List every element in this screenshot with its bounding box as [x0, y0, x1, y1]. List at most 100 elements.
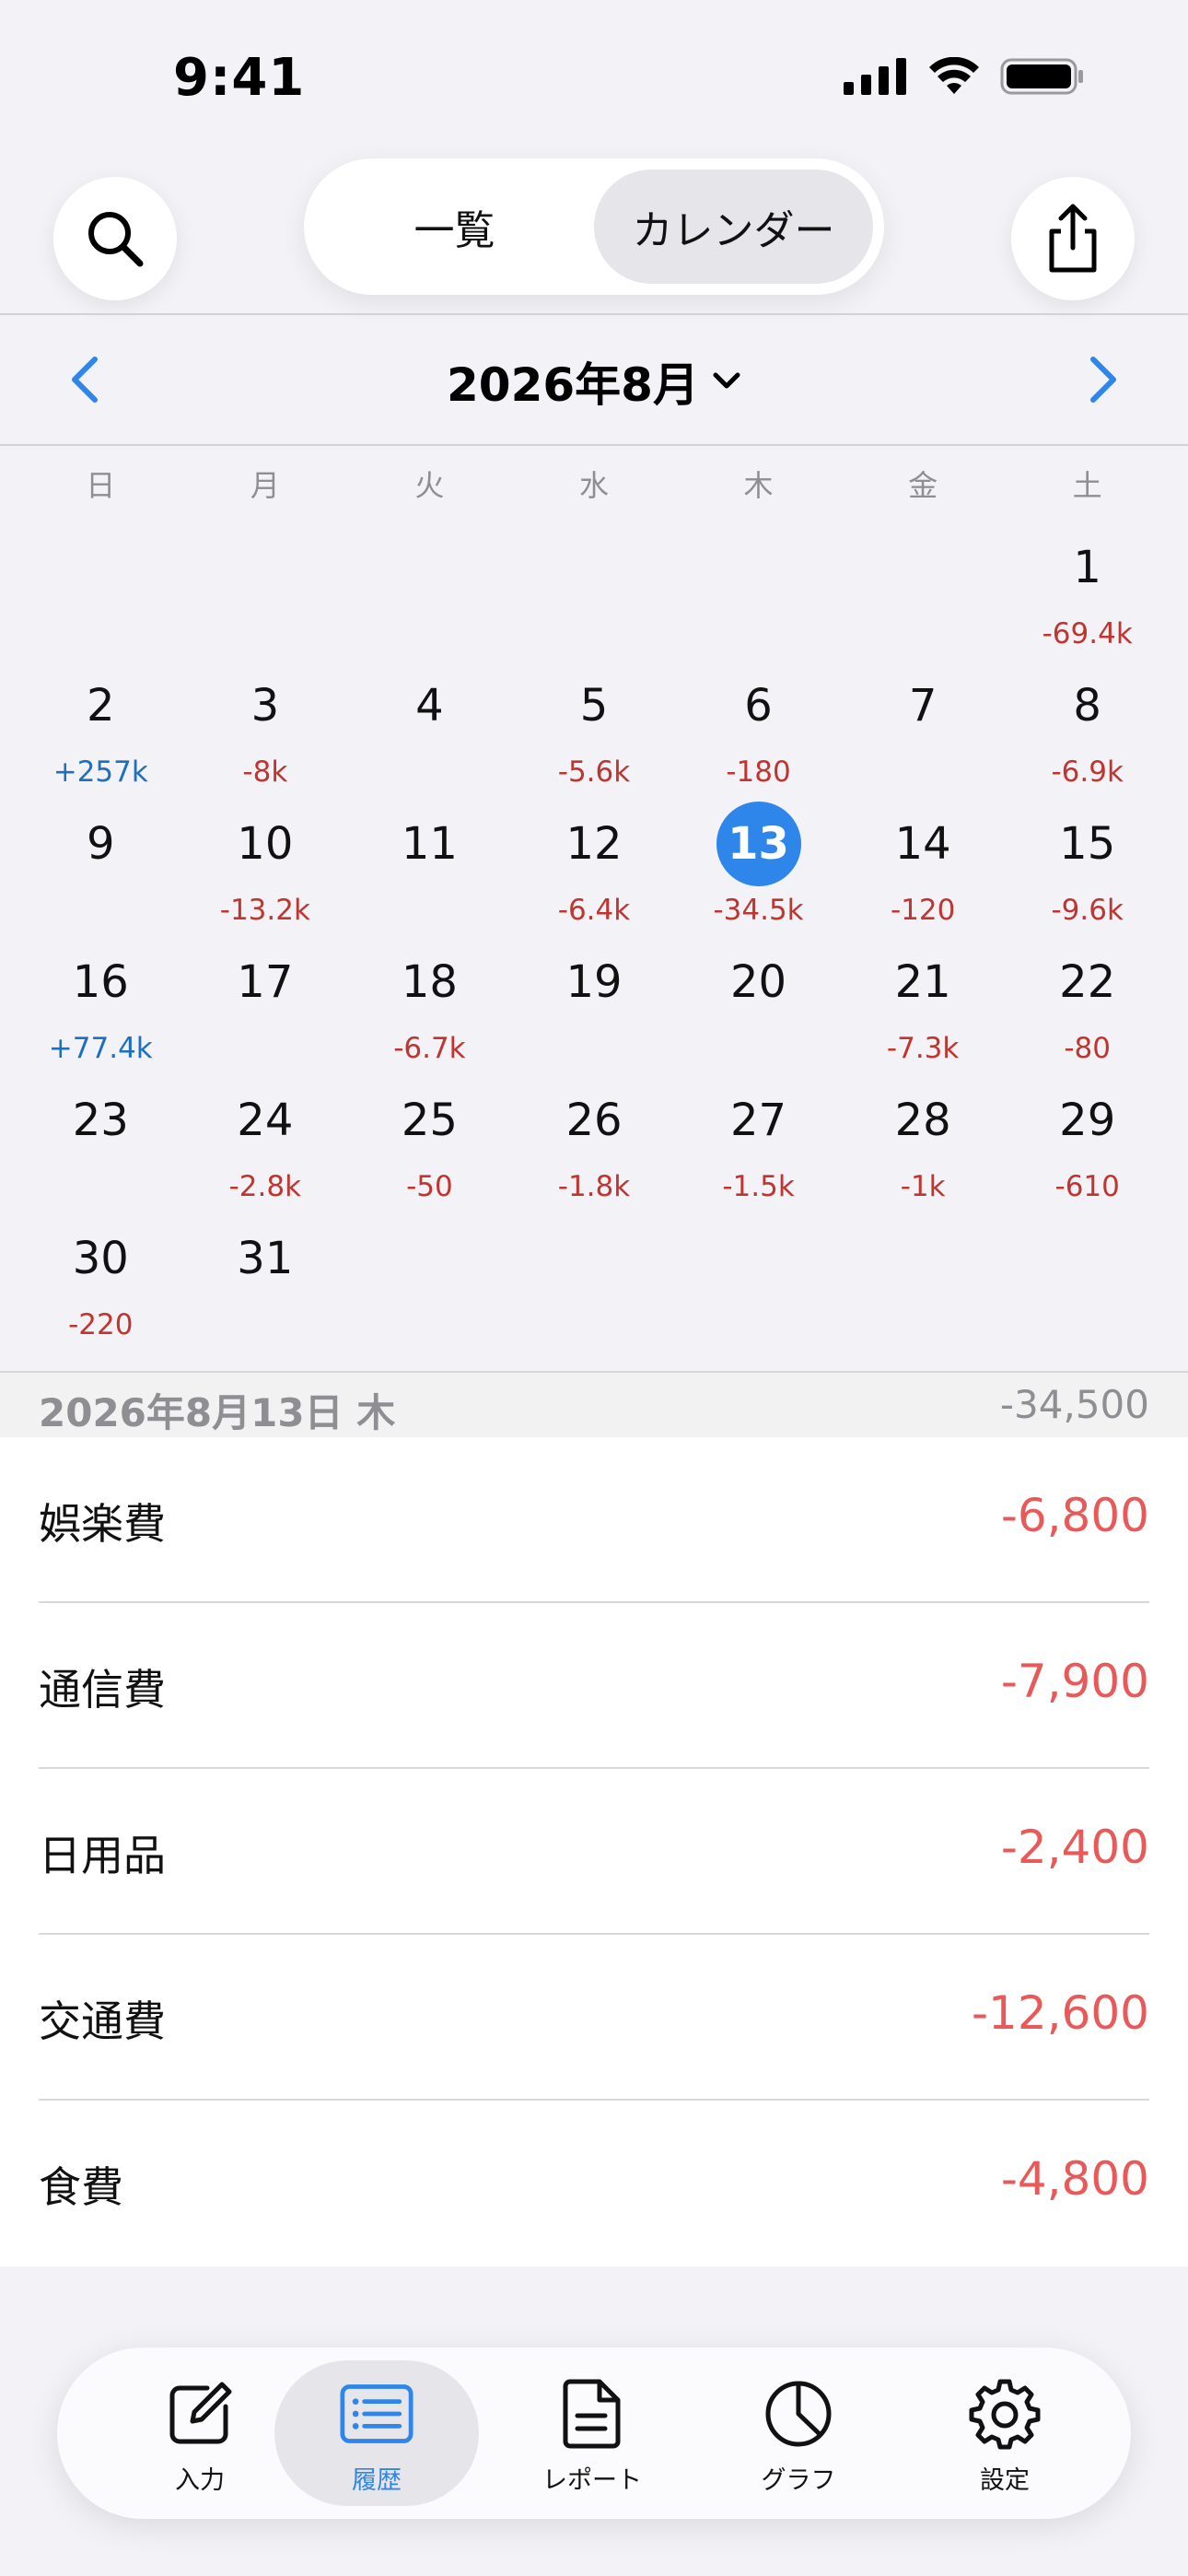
tab-label: 入力 [175, 2466, 225, 2495]
entry-row[interactable]: 娯楽費 -6,800 [39, 1437, 1149, 1603]
calendar-day[interactable]: 16 +77.4k [18, 940, 183, 1078]
calendar-day-selected[interactable]: 13 -34.5k [676, 802, 841, 940]
day-amount: -220 [68, 1308, 134, 1341]
header: 一覧 カレンダー [0, 157, 1188, 313]
entry-row[interactable]: 日用品 -2,400 [39, 1769, 1149, 1935]
day-amount: -6.4k [557, 894, 631, 927]
day-number: 1 [1073, 542, 1101, 593]
pie-chart-icon [765, 2381, 832, 2447]
day-amount: -7.3k [886, 1032, 960, 1065]
tab-graph[interactable]: グラフ [696, 2360, 901, 2506]
tab-input[interactable]: 入力 [98, 2360, 302, 2506]
day-number: 20 [730, 956, 787, 1008]
wifi-icon [929, 57, 979, 94]
day-number: 13 [716, 802, 801, 886]
calendar-day[interactable]: 29 -610 [1005, 1078, 1170, 1216]
calendar-day[interactable]: 24 -2.8k [183, 1078, 348, 1216]
day-number: 4 [415, 680, 444, 732]
calendar-day[interactable]: 19 [512, 940, 677, 1078]
chevron-right-icon [1090, 357, 1116, 403]
calendar-day[interactable]: 6 -180 [676, 663, 841, 802]
calendar-day[interactable]: 3 -8k [183, 663, 348, 802]
weekday-label: 水 [578, 468, 609, 503]
share-button[interactable] [1011, 177, 1135, 300]
calendar-day[interactable]: 12 -6.4k [512, 802, 677, 940]
entry-category: 交通費 [39, 1996, 166, 2046]
calendar-day[interactable]: 23 [18, 1078, 183, 1216]
tab-bar: 入力 履歴 レポート グラフ 設定 [57, 2348, 1131, 2519]
weekday-label: 土 [1072, 468, 1102, 503]
calendar-day[interactable]: 21 -7.3k [841, 940, 1006, 1078]
day-amount: -1k [900, 1170, 946, 1203]
day-amount: -6.9k [1051, 755, 1124, 789]
entry-list: 娯楽費 -6,800 通信費 -7,900 日用品 -2,400 交通費 -12… [0, 1437, 1188, 2266]
tab-report[interactable]: レポート [490, 2360, 694, 2506]
day-number: 31 [237, 1233, 294, 1284]
calendar-day[interactable]: 7 [841, 663, 1006, 802]
tab-settings[interactable]: 設定 [903, 2360, 1107, 2506]
entry-row[interactable]: 交通費 -12,600 [39, 1935, 1149, 2101]
day-number: 11 [401, 818, 458, 870]
calendar-day[interactable]: 17 [183, 940, 348, 1078]
day-number: 14 [894, 818, 951, 870]
calendar-divider [0, 444, 1188, 446]
chevron-down-icon [713, 372, 740, 389]
month-navigation: 2026年8月 [0, 315, 1188, 444]
calendar-day[interactable]: 1 -69.4k [1005, 525, 1170, 663]
segment-list[interactable]: 一覧 [315, 170, 594, 284]
segment-calendar[interactable]: カレンダー [594, 170, 873, 284]
calendar-day[interactable]: 31 [183, 1216, 348, 1354]
entry-category: 娯楽費 [39, 1499, 166, 1549]
entry-amount: -4,800 [1000, 2152, 1149, 2206]
weekday-label: 木 [743, 468, 774, 503]
entry-row[interactable]: 食費 -4,800 [39, 2101, 1149, 2266]
day-number: 2 [87, 680, 115, 732]
day-number: 26 [565, 1095, 623, 1146]
calendar-day[interactable]: 18 -6.7k [347, 940, 512, 1078]
calendar-day[interactable]: 20 [676, 940, 841, 1078]
calendar-day[interactable]: 2 +257k [18, 663, 183, 802]
calendar-empty-cell [676, 525, 841, 663]
day-number: 25 [401, 1095, 458, 1146]
tab-label: グラフ [761, 2466, 836, 2495]
day-number: 7 [908, 680, 938, 732]
day-amount: -5.6k [557, 755, 631, 789]
day-number: 10 [237, 818, 294, 870]
tab-history[interactable]: 履歴 [274, 2360, 479, 2506]
status-icons [844, 57, 1085, 96]
calendar-empty-cell [18, 525, 183, 663]
search-button[interactable] [53, 177, 177, 300]
day-amount: +77.4k [48, 1032, 153, 1065]
calendar-day[interactable]: 27 -1.5k [676, 1078, 841, 1216]
day-amount: -69.4k [1042, 617, 1133, 650]
day-number: 24 [237, 1095, 294, 1146]
calendar-day[interactable]: 25 -50 [347, 1078, 512, 1216]
calendar-empty-cell [183, 525, 348, 663]
calendar-day[interactable]: 8 -6.9k [1005, 663, 1170, 802]
day-number: 19 [565, 956, 623, 1008]
calendar-day[interactable]: 11 [347, 802, 512, 940]
day-amount: -120 [890, 894, 956, 927]
day-amount: -9.6k [1051, 894, 1124, 927]
calendar-day[interactable]: 14 -120 [841, 802, 1006, 940]
calendar-day[interactable]: 28 -1k [841, 1078, 1006, 1216]
calendar-day[interactable]: 10 -13.2k [183, 802, 348, 940]
day-number: 17 [237, 956, 294, 1008]
calendar-day[interactable]: 15 -9.6k [1005, 802, 1170, 940]
calendar-day[interactable]: 30 -220 [18, 1216, 183, 1354]
entry-amount: -6,800 [1000, 1489, 1149, 1542]
calendar-day[interactable]: 5 -5.6k [512, 663, 677, 802]
calendar-day[interactable]: 4 [347, 663, 512, 802]
entry-row[interactable]: 通信費 -7,900 [39, 1603, 1149, 1769]
day-number: 16 [72, 956, 129, 1008]
day-amount: -8k [242, 755, 288, 789]
month-picker[interactable]: 2026年8月 [0, 348, 1188, 415]
day-number: 27 [730, 1095, 787, 1146]
calendar-day[interactable]: 26 -1.8k [512, 1078, 677, 1216]
calendar-day[interactable]: 22 -80 [1005, 940, 1170, 1078]
view-segmented-control: 一覧 カレンダー [304, 158, 884, 295]
selected-date-label: 2026年8月13日 木 [39, 1390, 396, 1435]
next-month-button[interactable] [1074, 350, 1133, 409]
day-amount: -1.8k [557, 1170, 631, 1203]
calendar-day[interactable]: 9 [18, 802, 183, 940]
